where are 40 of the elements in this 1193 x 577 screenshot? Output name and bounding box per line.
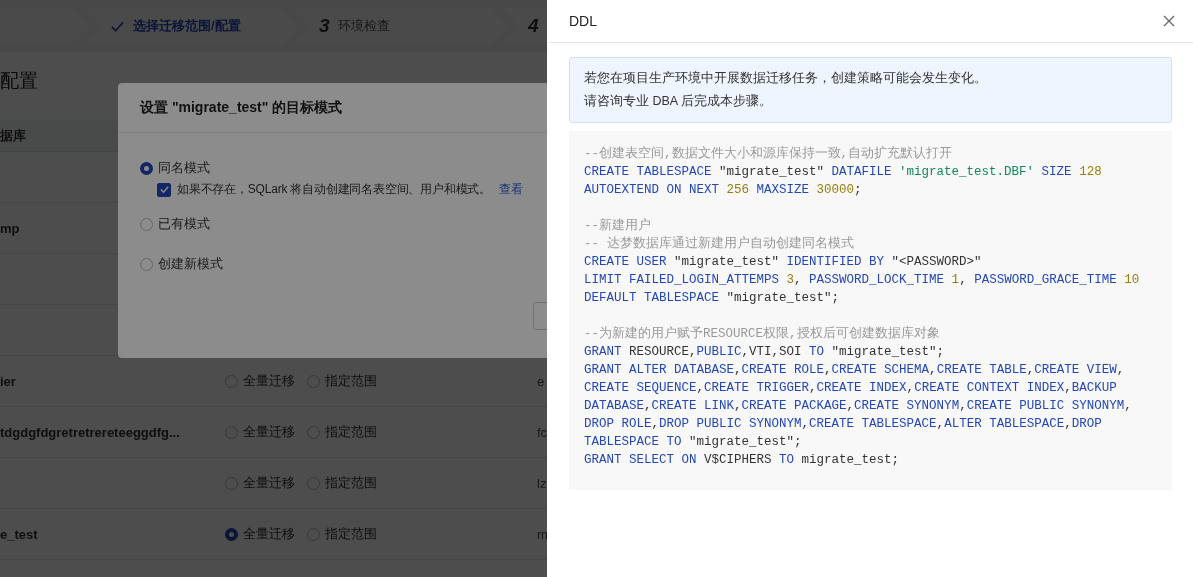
radio-option[interactable]: 全量迁移 <box>225 423 295 441</box>
code-line: DROP ROLE,DROP PUBLIC SYNONYM,CREATE TABLESPACE,ALTER TABLESPACE,DROP <box>584 416 1103 433</box>
code-line: TABLESPACE TO "migrate_test"; <box>584 434 803 451</box>
code-line: CREATE TABLESPACE "migrate_test" DATAFILE 'migrate_test.DBF' SIZE 128 <box>584 164 1103 181</box>
radio-option[interactable]: 创建新模式 <box>140 254 223 274</box>
code-line: CREATE SEQUENCE,CREATE TRIGGER,CREATE INDEX,CREATE CONTEXT INDEX,BACKUP <box>584 380 1118 397</box>
notice-text: 若您在项目生产环境中开展数据迁移任务，创建策略可能会发生变化。 <box>584 70 988 87</box>
radio-option[interactable]: 指定范围 <box>307 474 377 492</box>
database-name: ier <box>0 373 16 389</box>
column-header: 据库 <box>0 126 26 145</box>
code-line: CREATE USER "migrate_test" IDENTIFIED BY "<PASSWORD>" <box>584 254 983 271</box>
code-line: --为新建的用户赋予RESOURCE权限,授权后可创建数据库对象 <box>584 325 941 343</box>
radio-option[interactable]: 已有模式 <box>140 214 210 234</box>
radio-option[interactable]: 全量迁移 <box>225 372 295 390</box>
code-line: LIMIT FAILED_LOGIN_ATTEMPS 3, PASSWORD_LOCK_TIME 1, PASSWORD_GRACE_TIME 10 <box>584 272 1141 289</box>
code-line: --新建用户 <box>584 217 652 235</box>
code-line: DATABASE,CREATE LINK,CREATE PACKAGE,CREATE SYNONYM,CREATE PUBLIC SYNONYM, <box>584 398 1133 415</box>
code-line: GRANT ALTER DATABASE,CREATE ROLE,CREATE SCHEMA,CREATE TABLE,CREATE VIEW, <box>584 362 1126 379</box>
code-line: -- 达梦数据库通过新建用户自动创建同名模式 <box>584 235 855 253</box>
radio-option[interactable]: 指定范围 <box>307 423 377 441</box>
database-name: mp <box>0 220 20 236</box>
code-line: GRANT RESOURCE,PUBLIC,VTI,SOI TO "migrate_test"; <box>584 344 946 361</box>
radio-option[interactable]: 指定范围 <box>307 525 377 543</box>
code-line: GRANT SELECT ON V$CIPHERS TO migrate_test; <box>584 452 901 469</box>
radio-option[interactable]: 全量迁移 <box>225 474 295 492</box>
code-line: AUTOEXTEND ON NEXT 256 MAXSIZE 30000; <box>584 182 863 199</box>
database-name: tdgdgfdgretretrereteeggdfg... <box>0 424 180 440</box>
database-name: e_test <box>0 526 38 542</box>
radio-option[interactable]: 指定范围 <box>307 372 377 390</box>
section-heading: 配置 <box>0 69 38 93</box>
notice-text: 请咨询专业 DBA 后完成本步骤。 <box>584 93 773 110</box>
radio-option[interactable]: 全量迁移 <box>225 525 295 543</box>
code-line: DEFAULT TABLESPACE "migrate_test"; <box>584 290 841 307</box>
checkbox-label: 如果不存在，SQLark 将自动创建同名表空间、用户和模式。 <box>177 181 492 198</box>
view-link[interactable]: 查看 <box>499 181 523 198</box>
checkbox[interactable] <box>157 182 171 197</box>
radio-option[interactable]: 同名模式 <box>140 158 210 178</box>
close-icon[interactable] <box>1163 15 1175 27</box>
drawer-title: DDL <box>569 13 597 29</box>
dialog-title: 设置 "migrate_test" 的目标模式 <box>140 98 343 117</box>
